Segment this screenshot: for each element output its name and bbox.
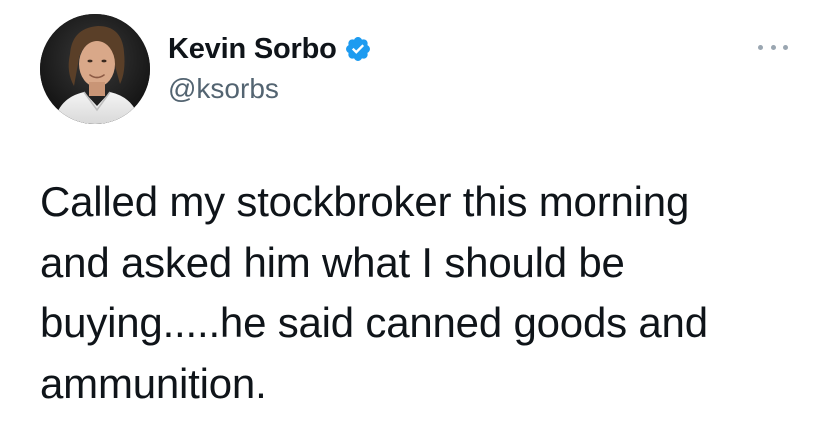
author-name-row: Kevin Sorbo xyxy=(168,32,372,66)
avatar-photo xyxy=(40,14,150,124)
tweet-text-line: buying.....he said canned goods and xyxy=(40,299,708,346)
tweet-text-line: Called my stockbroker this morning xyxy=(40,178,690,225)
more-dot xyxy=(770,44,776,50)
author-handle[interactable]: @ksorbs xyxy=(168,73,279,105)
more-dot xyxy=(783,44,788,50)
verified-badge-icon xyxy=(344,35,372,63)
avatar[interactable] xyxy=(40,14,150,124)
more-options-icon[interactable] xyxy=(758,40,788,54)
tweet-text: Called my stockbroker this morning and a… xyxy=(40,172,800,414)
more-dot xyxy=(758,44,763,50)
tweet-text-line: and asked him what I should be xyxy=(40,238,625,286)
tweet-card: Kevin Sorbo @ksorbs Called my stockbroke… xyxy=(0,0,828,426)
tweet-text-line: ammunition. xyxy=(40,359,267,407)
author-display-name[interactable]: Kevin Sorbo xyxy=(168,32,337,66)
